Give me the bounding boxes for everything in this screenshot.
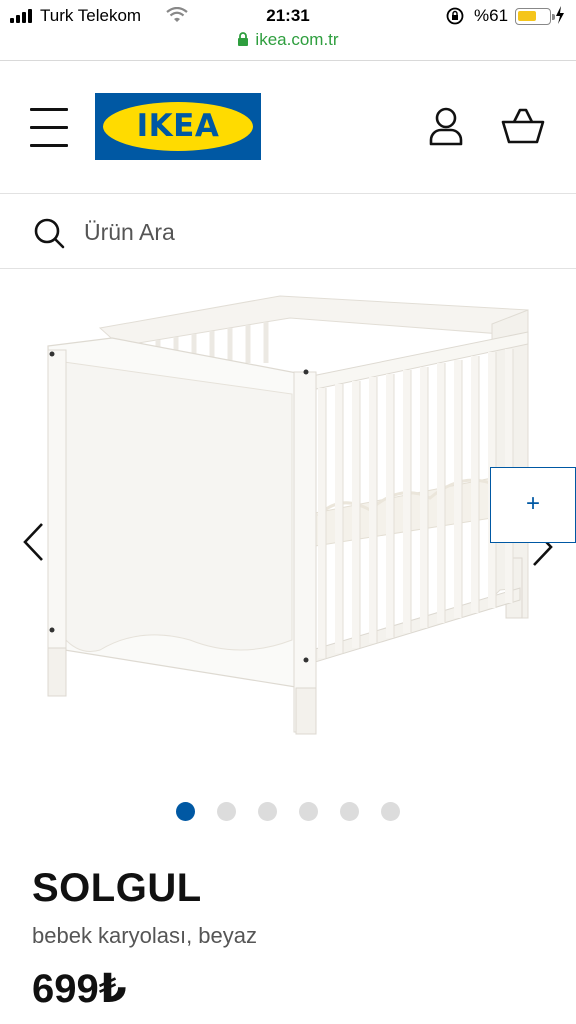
- search-input[interactable]: [84, 214, 544, 250]
- battery-percent: %61: [474, 6, 509, 25]
- rotation-lock-icon: [446, 7, 464, 25]
- pagination-dot[interactable]: [381, 802, 400, 821]
- pagination-dot[interactable]: [340, 802, 359, 821]
- pagination-dot[interactable]: [299, 802, 318, 821]
- search-icon: [34, 218, 65, 249]
- product-price: 699₺: [32, 967, 127, 1011]
- account-button[interactable]: [426, 106, 466, 148]
- charging-bolt-icon: [556, 6, 564, 24]
- url-text: ikea.com.tr: [255, 30, 339, 49]
- logo-text: IKEA: [136, 108, 220, 144]
- ikea-logo[interactable]: IKEA: [95, 93, 261, 160]
- chevron-left-icon[interactable]: [18, 520, 48, 564]
- address-bar[interactable]: ikea.com.tr: [0, 30, 576, 60]
- status-bar: Turk Telekom 21:31 %61: [0, 0, 576, 32]
- search-bar[interactable]: [0, 193, 576, 269]
- basket-icon: [501, 108, 545, 144]
- gallery-pagination[interactable]: [0, 802, 576, 822]
- user-icon: [429, 107, 463, 146]
- pagination-dot[interactable]: [217, 802, 236, 821]
- basket-button[interactable]: [500, 108, 546, 146]
- menu-button[interactable]: [30, 108, 70, 148]
- zoom-button[interactable]: +: [490, 467, 576, 543]
- product-gallery[interactable]: +: [0, 270, 576, 780]
- battery-level: [518, 11, 536, 21]
- pagination-dot[interactable]: [176, 802, 195, 821]
- product-description: bebek karyolası, beyaz: [32, 923, 258, 948]
- divider: [0, 60, 576, 61]
- product-name: SOLGUL: [32, 866, 202, 910]
- product-image: [47, 295, 529, 735]
- battery-icon: [515, 8, 555, 25]
- lock-icon: [238, 32, 249, 46]
- pagination-dot[interactable]: [258, 802, 277, 821]
